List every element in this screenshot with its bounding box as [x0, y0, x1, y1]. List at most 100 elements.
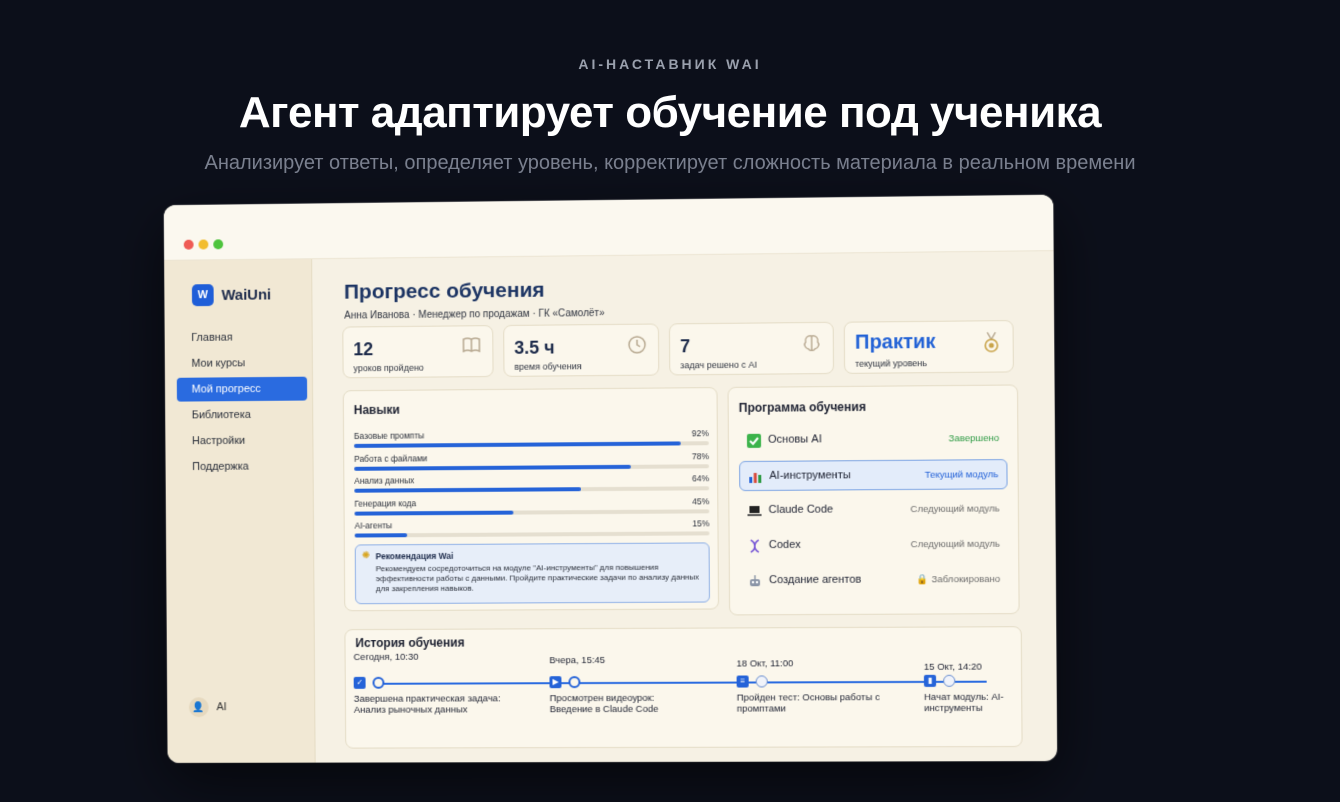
- program-item-name: Основы AI: [768, 433, 822, 446]
- program-item-status: Завершено: [948, 432, 1000, 445]
- dna-icon: [748, 539, 762, 553]
- stat-value: 7: [680, 336, 691, 357]
- skills-title: Навыки: [353, 402, 400, 418]
- bar-chart-icon: ▮: [923, 674, 937, 687]
- program-item-status: Следующий модуль: [910, 503, 1000, 516]
- sidebar-item-support[interactable]: Поддержка: [177, 454, 307, 479]
- main-content: Прогресс обучения Анна Иванова · Менедже…: [312, 251, 1057, 762]
- page-title: Прогресс обучения: [343, 278, 545, 304]
- user-name: AI: [216, 701, 227, 714]
- history-event-description: Пройден тест: Основы работы с промптами: [736, 692, 880, 715]
- program-item[interactable]: Claude Code Следующий модуль: [739, 494, 1008, 526]
- stat-label: задач решено с AI: [680, 359, 758, 371]
- skill-progress-fill: [354, 487, 581, 493]
- sidebar-item-library[interactable]: Библиотека: [177, 403, 307, 428]
- check-icon: [747, 433, 761, 448]
- program-item[interactable]: Основы AI Завершено: [739, 424, 1008, 456]
- bar-chart-icon: [748, 470, 762, 484]
- minimize-window-button[interactable]: [198, 239, 209, 250]
- skill-name: Анализ данных: [354, 475, 415, 486]
- stat-value: 3.5 ч: [514, 337, 555, 358]
- stat-value: Практик: [854, 330, 936, 354]
- program-item[interactable]: Codex Следующий модуль: [740, 530, 1009, 562]
- hero-kicker: AI-НАСТАВНИК WAI: [578, 56, 762, 72]
- close-window-button[interactable]: [183, 239, 194, 250]
- program-item-status: 🔒 Заблокировано: [916, 573, 1001, 586]
- skill-progress-fill: [354, 441, 681, 448]
- lightbulb-icon: ✺: [361, 550, 371, 562]
- skill-progress-track: [354, 463, 710, 471]
- page-subtitle: Анна Иванова · Менеджер по продажам · ГК…: [344, 308, 605, 322]
- timeline-node: [568, 676, 581, 689]
- skill-row: Анализ данных 64%: [354, 473, 710, 497]
- user-profile[interactable]: 👤 AI: [188, 697, 227, 718]
- app-logo[interactable]: W WaiUni: [191, 284, 272, 307]
- program-title: Программа обучения: [738, 399, 866, 415]
- program-item[interactable]: AI-инструменты Текущий модуль: [739, 459, 1008, 492]
- timeline-node: [755, 675, 768, 688]
- skill-percent: 78%: [691, 450, 709, 461]
- skill-name: Работа с файлами: [354, 452, 428, 464]
- history-event-description: Начат модуль: AI-инструменты: [924, 691, 1004, 715]
- skill-progress-track: [354, 508, 710, 516]
- stat-card-tasks: 7 задач решено с AI: [668, 321, 835, 376]
- stat-card-time: 3.5 ч время обучения: [503, 323, 660, 377]
- stat-label: уроков пройдено: [353, 362, 424, 374]
- skill-row: Работа с файлами 78%: [354, 450, 710, 476]
- timeline-node: [943, 674, 956, 687]
- stat-card-lessons: 12 уроков пройдено: [342, 325, 494, 379]
- skill-name: Генерация кода: [354, 497, 417, 509]
- sidebar-item-my-progress[interactable]: Мой прогресс: [176, 376, 308, 402]
- timeline-line: [379, 680, 987, 685]
- stat-label: время обучения: [514, 361, 582, 372]
- program-item-status: Следующий модуль: [910, 538, 1000, 551]
- skill-progress-track: [354, 441, 709, 448]
- skill-progress-fill: [354, 510, 514, 516]
- video-icon: ▶: [549, 676, 562, 689]
- stat-label: текущий уровень: [855, 358, 928, 369]
- skill-percent: 92%: [691, 428, 709, 439]
- sidebar-item-my-courses[interactable]: Мои курсы: [177, 351, 307, 376]
- medal-icon: [980, 331, 1002, 353]
- skill-name: AI-агенты: [354, 520, 393, 531]
- history-card: История обучения Сегодня, 10:30 ✓ Завершен…: [344, 626, 1023, 749]
- skill-name: Базовые промпты: [353, 430, 425, 441]
- logo-text: WaiUni: [221, 286, 272, 304]
- app-window: W WaiUni Главная Мои курсы Мой прогресс …: [163, 194, 1058, 763]
- laptop-icon: [747, 504, 762, 518]
- window-titlebar: [163, 194, 1054, 261]
- stat-card-level: Практик текущий уровень: [843, 320, 1014, 374]
- sidebar-nav: Главная Мои курсы Мой прогресс Библиотек…: [176, 325, 308, 481]
- history-event-description: Завершена практическая задача: Анализ ры…: [353, 693, 501, 716]
- avatar: 👤: [188, 697, 209, 718]
- skill-progress-fill: [354, 464, 631, 471]
- skill-row: Базовые промпты 92%: [354, 428, 709, 453]
- maximize-window-button[interactable]: [213, 239, 224, 250]
- skill-percent: 45%: [692, 495, 710, 506]
- book-icon: [460, 336, 482, 358]
- test-icon: ≡: [736, 675, 749, 688]
- robot-icon: [748, 574, 762, 588]
- recommendation-text: Рекомендуем сосредоточиться на модуле "A…: [375, 562, 700, 594]
- history-event-time: Сегодня, 10:30: [353, 651, 419, 663]
- program-item-name: Codex: [768, 538, 801, 552]
- skill-progress-track: [354, 531, 710, 538]
- timeline-node: [372, 676, 385, 689]
- skill-row: Генерация кода 45%: [354, 495, 710, 520]
- skill-progress-fill: [354, 533, 408, 538]
- clock-icon: [626, 335, 648, 357]
- sidebar: W WaiUni Главная Мои курсы Мой прогресс …: [164, 259, 316, 763]
- skill-percent: 15%: [692, 518, 710, 529]
- sidebar-item-settings[interactable]: Настройки: [177, 428, 307, 453]
- sidebar-item-home[interactable]: Главная: [176, 325, 306, 350]
- recommendation-title: Рекомендация Wai: [375, 550, 454, 562]
- logo-icon: W: [191, 284, 214, 307]
- history-event-time: Вчера, 15:45: [549, 655, 606, 667]
- history-title: История обучения: [355, 635, 465, 651]
- stat-value: 12: [353, 339, 374, 360]
- skills-card: Навыки Базовые промпты 92% Работа с файлам…: [342, 387, 720, 612]
- program-item-name: AI-инструменты: [769, 469, 851, 482]
- history-event-time: 15 Окт, 14:20: [923, 661, 982, 673]
- brain-icon: [801, 333, 823, 355]
- program-item[interactable]: Создание агентов 🔒 Заблокировано: [740, 565, 1009, 597]
